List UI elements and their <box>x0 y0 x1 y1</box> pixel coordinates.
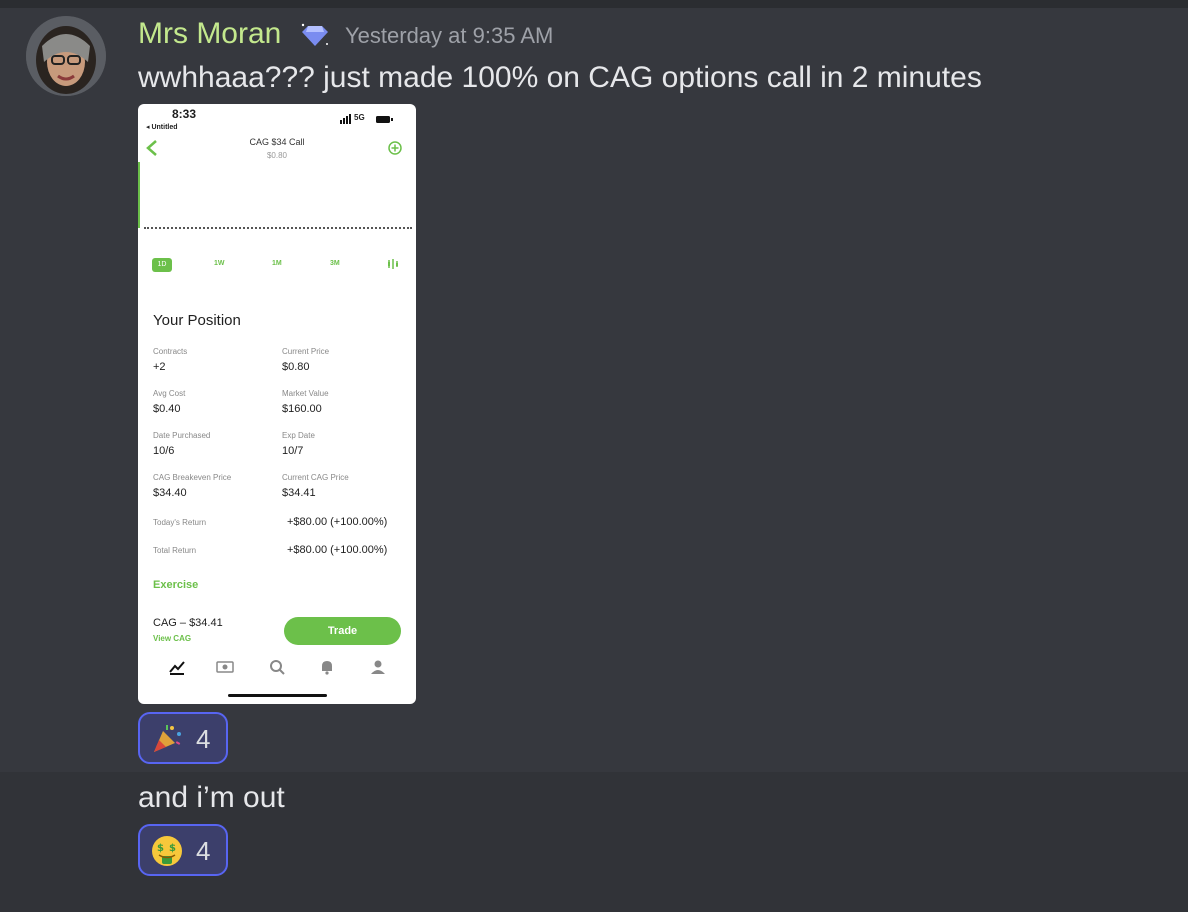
reaction-party-popper[interactable]: 4 <box>138 712 228 764</box>
svg-text:$: $ <box>169 843 176 854</box>
price-chart-line <box>138 162 140 228</box>
position-heading: Your Position <box>153 312 241 329</box>
field-label: CAG Breakeven Price <box>153 473 232 482</box>
message-text: wwhhaaa??? just made 100% on CAG options… <box>138 61 982 94</box>
field-label: Exp Date <box>282 431 315 440</box>
field-label: Current CAG Price <box>282 473 349 482</box>
option-price: $0.80 <box>266 151 288 160</box>
ticker-price: CAG – $34.41 <box>153 617 223 629</box>
add-circle-icon[interactable] <box>388 141 402 155</box>
return-value: +$80.00 (+100.00%) <box>287 516 388 528</box>
return-label: Today's Return <box>153 518 207 527</box>
message-text-followup: and i’m out <box>138 781 285 814</box>
field-value: $0.40 <box>153 403 181 415</box>
svg-text:$: $ <box>157 843 164 854</box>
field-value: $0.80 <box>282 361 310 373</box>
field-value: +2 <box>153 361 166 373</box>
return-value: +$80.00 (+100.00%) <box>287 544 388 556</box>
candlestick-icon[interactable] <box>387 258 399 270</box>
field-value: $34.41 <box>282 487 316 499</box>
phone-signal-icon <box>340 114 393 124</box>
reaction-money-mouth[interactable]: $ $ 4 <box>138 824 228 876</box>
investing-chart-icon[interactable] <box>168 658 186 676</box>
field-value: 10/7 <box>282 445 304 457</box>
trade-button[interactable]: Trade <box>284 617 401 645</box>
field-label: Avg Cost <box>153 389 186 398</box>
cash-icon[interactable] <box>216 658 234 676</box>
message-author[interactable]: Mrs Moran <box>138 14 281 54</box>
bell-icon[interactable] <box>318 658 336 676</box>
search-icon[interactable] <box>268 658 286 676</box>
channel-top-strip <box>0 0 1188 8</box>
field-value: $34.40 <box>153 487 187 499</box>
chart-baseline <box>144 227 412 229</box>
range-tab-3m[interactable]: 3M <box>330 260 340 267</box>
exercise-link[interactable]: Exercise <box>153 579 198 591</box>
view-ticker-link[interactable]: View CAG <box>153 634 191 643</box>
home-indicator <box>228 694 327 697</box>
range-tab-1d[interactable]: 1D <box>152 258 172 272</box>
phone-status-time: 8:33 <box>172 107 197 121</box>
field-label: Date Purchased <box>153 431 211 440</box>
field-value: 10/6 <box>153 445 175 457</box>
field-label: Market Value <box>282 389 329 398</box>
return-label: Total Return <box>153 546 197 555</box>
image-attachment[interactable]: 8:33 ◂ Untitled 5G CAG $34 Call $0.80 1D… <box>138 104 416 704</box>
field-label: Current Price <box>282 347 330 356</box>
phone-network-label: 5G <box>354 113 365 122</box>
message-timestamp[interactable]: Yesterday at 9:35 AM <box>345 22 553 50</box>
party-popper-icon <box>154 725 181 752</box>
field-value: $160.00 <box>282 403 322 415</box>
account-icon[interactable] <box>369 658 387 676</box>
range-tab-1m[interactable]: 1M <box>272 260 282 267</box>
phone-back-label: ◂ Untitled <box>146 124 178 131</box>
option-title: CAG $34 Call <box>249 137 305 147</box>
reaction-count: 4 <box>196 836 211 866</box>
reaction-count: 4 <box>196 724 211 754</box>
range-tab-1w[interactable]: 1W <box>214 260 225 267</box>
money-mouth-face-icon: $ $ <box>152 836 182 866</box>
diamond-badge-icon <box>301 23 328 46</box>
avatar-image <box>26 16 106 96</box>
field-label: Contracts <box>153 347 188 356</box>
avatar[interactable] <box>26 16 106 96</box>
